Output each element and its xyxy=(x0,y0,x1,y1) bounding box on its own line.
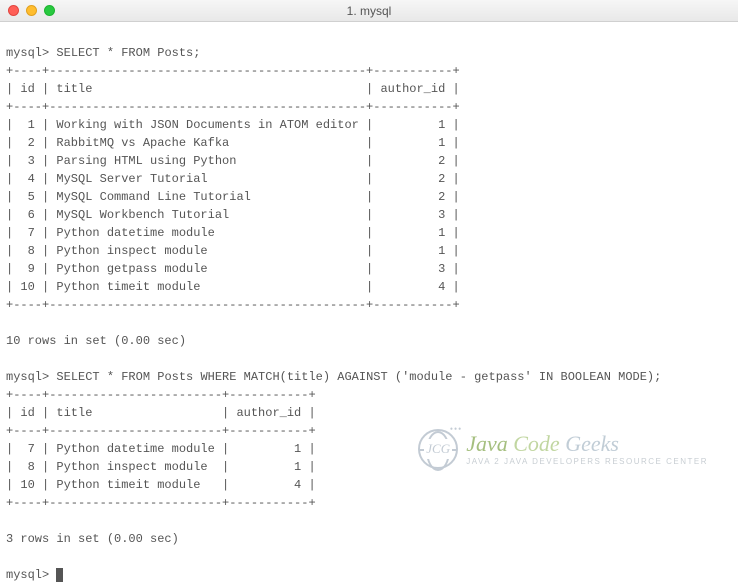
query-1: SELECT * FROM Posts; xyxy=(56,46,200,60)
terminal-output[interactable]: mysql> SELECT * FROM Posts; +----+------… xyxy=(0,22,738,588)
window-titlebar: 1. mysql xyxy=(0,0,738,22)
result-summary-2: 3 rows in set (0.00 sec) xyxy=(6,532,179,546)
prompt: mysql> xyxy=(6,568,49,582)
result-table-2: +----+------------------------+---------… xyxy=(6,386,732,512)
result-table-1: +----+----------------------------------… xyxy=(6,62,732,314)
query-2: SELECT * FROM Posts WHERE MATCH(title) A… xyxy=(56,370,661,384)
window-title: 1. mysql xyxy=(0,2,738,20)
result-summary-1: 10 rows in set (0.00 sec) xyxy=(6,334,186,348)
prompt: mysql> xyxy=(6,46,49,60)
window-controls xyxy=(8,5,55,16)
prompt: mysql> xyxy=(6,370,49,384)
cursor xyxy=(56,568,63,582)
maximize-icon[interactable] xyxy=(44,5,55,16)
close-icon[interactable] xyxy=(8,5,19,16)
minimize-icon[interactable] xyxy=(26,5,37,16)
